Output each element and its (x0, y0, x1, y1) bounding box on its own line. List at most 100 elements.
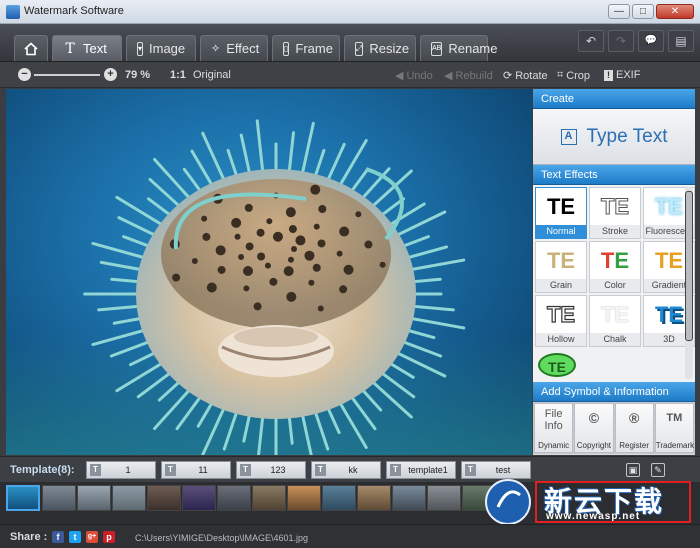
symbol-copyright-label: Copyright (576, 441, 611, 450)
template-icon: T (240, 464, 251, 476)
tab-image-label: Image (149, 41, 186, 56)
template-icon: T (90, 464, 101, 476)
zoom-in-icon[interactable]: + (104, 68, 117, 81)
frame-icon: ▯ (283, 41, 290, 56)
effect-stroke[interactable]: TE Stroke (589, 187, 641, 239)
thumbnail[interactable] (287, 485, 321, 511)
tab-resize[interactable]: ⤢ Resize (344, 35, 416, 61)
symbol-trademark[interactable]: TM Trademark (654, 403, 695, 453)
rebuild-icon: ◀ (444, 70, 453, 82)
thumbnail[interactable] (77, 485, 111, 511)
tab-text[interactable]: T Text (52, 35, 122, 61)
symbol-register[interactable]: ® Register (614, 403, 654, 453)
save-template-icon[interactable]: ▣ (626, 463, 640, 477)
tab-home[interactable] (14, 35, 48, 61)
googleplus-icon[interactable]: g+ (86, 531, 98, 543)
tab-effect[interactable]: ✧ Effect (200, 35, 268, 61)
rebuild-label: Rebuild (455, 69, 493, 82)
menu-button[interactable]: ▤ (668, 30, 694, 52)
effect-badge[interactable]: TE (535, 349, 587, 382)
template-item[interactable]: T template1 (386, 461, 456, 479)
tab-frame[interactable]: ▯ Frame (272, 35, 340, 61)
undo-button[interactable]: ◀ Undo (395, 69, 433, 83)
one-to-one-icon: 1:1 (170, 69, 186, 81)
zoom-slider[interactable] (34, 74, 100, 76)
create-header: Create (533, 89, 695, 109)
zoom-out-icon[interactable]: − (18, 68, 31, 81)
symbol-dynamic-label: Dynamic (538, 441, 570, 450)
edit-template-icon[interactable]: ✎ (651, 463, 665, 477)
effect-normal[interactable]: TE Normal (535, 187, 587, 239)
template-count-label: Template(8): (10, 464, 75, 476)
thumbnail[interactable] (252, 485, 286, 511)
thumbnail-selected[interactable] (6, 485, 40, 511)
thumbnail[interactable] (322, 485, 356, 511)
copyright-icon: © (588, 410, 600, 426)
maximize-button[interactable]: □ (632, 4, 654, 19)
effect-stroke-preview: TE (600, 194, 630, 220)
right-panel: Create A Type Text Text Effects TE Norma… (533, 89, 695, 455)
minimize-button[interactable]: — (608, 4, 630, 19)
tab-rename[interactable]: AB Rename (420, 35, 497, 61)
rebuild-button[interactable]: ◀ Rebuild (444, 69, 493, 83)
undo-arrow-button[interactable]: ↶ (578, 30, 604, 52)
status-bar: Share : f t g+ p C:\Users\YIMIGE\Desktop… (0, 524, 700, 548)
thumbnail[interactable] (217, 485, 251, 511)
effects-scrollbar-thumb[interactable] (685, 191, 693, 341)
rotate-button[interactable]: ⟳ Rotate (503, 69, 548, 83)
app-icon (6, 5, 20, 19)
effect-stroke-label: Stroke (590, 225, 640, 238)
thumbnail[interactable] (112, 485, 146, 511)
rotate-label: Rotate (515, 69, 548, 82)
rename-icon: AB (431, 41, 443, 56)
site-watermark-logo: 新云下载 www.newasp.net (484, 477, 694, 527)
home-icon (24, 41, 38, 56)
trademark-icon: TM (666, 412, 683, 424)
file-path: C:\Users\YIMIGE\Desktop\IMAGE\4601.jpg (135, 533, 309, 543)
close-button[interactable]: ✕ (656, 4, 694, 19)
effect-grain-label: Grain (536, 279, 586, 292)
tab-image[interactable]: ▾ Image (126, 35, 196, 61)
thumbnail[interactable] (42, 485, 76, 511)
pufferfish-image (83, 119, 466, 455)
symbol-trademark-label: Trademark (655, 441, 695, 450)
effect-normal-preview: TE (546, 194, 576, 219)
effect-grain[interactable]: TE Grain (535, 241, 587, 293)
redo-arrow-button[interactable]: ↷ (608, 30, 634, 52)
template-label: 123 (270, 465, 286, 475)
exif-button[interactable]: ! EXIF (604, 69, 640, 81)
image-canvas[interactable] (6, 89, 532, 455)
watermark-url: www.newasp.net (546, 511, 641, 522)
undo-icon: ◀ (395, 70, 404, 82)
template-icon: T (390, 464, 401, 476)
effect-color[interactable]: TE Color (589, 241, 641, 293)
pinterest-icon[interactable]: p (103, 531, 115, 543)
thumbnail[interactable] (427, 485, 461, 511)
facebook-icon[interactable]: f (52, 531, 64, 543)
thumbnail[interactable] (182, 485, 216, 511)
info-icon: ! (604, 69, 613, 81)
twitter-icon[interactable]: t (69, 531, 81, 543)
thumbnail[interactable] (392, 485, 426, 511)
effects-scrollbar[interactable] (685, 187, 693, 379)
effect-chalk[interactable]: TE Chalk (589, 295, 641, 347)
template-item[interactable]: T kk (311, 461, 381, 479)
crop-button[interactable]: ⌗ Crop (557, 69, 590, 82)
symbol-dynamic[interactable]: File Info Dynamic (534, 403, 574, 453)
symbol-copyright[interactable]: © Copyright (574, 403, 614, 453)
template-item[interactable]: T 1 (86, 461, 156, 479)
effect-normal-label: Normal (536, 225, 586, 238)
effect-badge-preview: TE (538, 353, 576, 377)
thumbnail[interactable] (147, 485, 181, 511)
template-item[interactable]: T 123 (236, 461, 306, 479)
original-size-button[interactable]: 1:1 Original (170, 69, 231, 81)
template-item[interactable]: T 11 (161, 461, 231, 479)
type-text-button[interactable]: A Type Text (533, 109, 695, 165)
thumbnail[interactable] (357, 485, 391, 511)
zoom-value: 79 % (125, 69, 151, 81)
tab-rename-label: Rename (448, 41, 498, 56)
chat-button[interactable]: 💬 (638, 30, 664, 52)
template-icon: T (165, 464, 176, 476)
window-title: Watermark Software (24, 5, 124, 17)
effect-hollow[interactable]: TE Hollow (535, 295, 587, 347)
